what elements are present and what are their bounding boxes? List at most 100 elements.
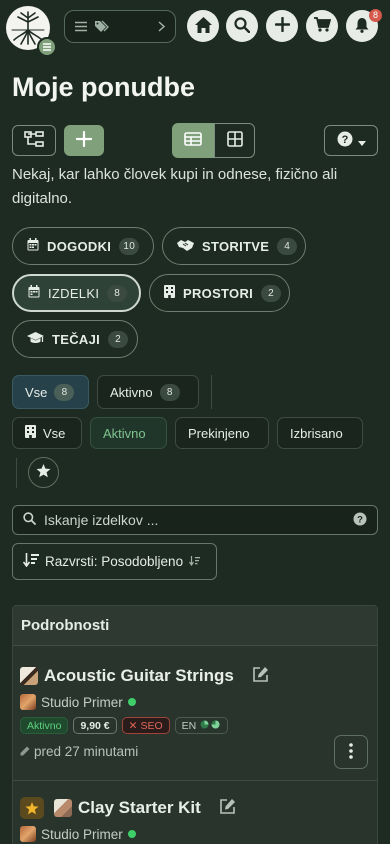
edit-icon[interactable]: [252, 666, 269, 686]
handshake-icon: [177, 239, 194, 254]
search-button[interactable]: [226, 10, 258, 42]
panel-title: Podrobnosti: [13, 606, 377, 646]
category-events[interactable]: DOGODKI 10: [12, 227, 154, 265]
search-placeholder: Iskanje izdelkov ...: [44, 512, 159, 528]
divider: [13, 780, 377, 781]
divider: [16, 458, 17, 488]
sort-label: Razvrsti: Posodobljeno: [45, 554, 184, 569]
category-label: DOGODKI: [47, 238, 112, 254]
sort-order-icon: [189, 554, 201, 569]
question-circle-icon: ?: [337, 131, 353, 150]
grid-icon: [226, 131, 243, 150]
category-label: STORITVE: [202, 238, 270, 254]
category-label: PROSTORI: [183, 285, 254, 301]
list-item-title-row: Acoustic Guitar Strings: [20, 666, 269, 686]
search-icon: [23, 512, 36, 528]
calendar-icon: [28, 285, 40, 301]
tags-icon: [95, 19, 110, 35]
filter-active[interactable]: Aktivno 8: [97, 375, 199, 409]
category-products[interactable]: IZDELKI 8: [12, 274, 141, 312]
online-status-dot: [127, 830, 136, 838]
add-product-button[interactable]: [64, 125, 104, 156]
sort-button[interactable]: Razvrsti: Posodobljeno: [12, 543, 217, 580]
question-circle-icon[interactable]: ?: [353, 512, 367, 529]
studio-avatar: [20, 694, 36, 710]
status-paused[interactable]: Prekinjeno: [175, 417, 269, 449]
home-icon: [194, 16, 212, 36]
filter-all[interactable]: Vse 8: [12, 375, 89, 409]
sitemap-icon: [24, 131, 44, 150]
add-button[interactable]: [266, 10, 298, 42]
item-actions-button[interactable]: [334, 735, 368, 769]
more-vertical-icon: [349, 742, 353, 762]
filter-count: 8: [159, 383, 180, 401]
item-studio-row: Studio Primer: [20, 826, 136, 842]
tree-view-button[interactable]: [12, 125, 56, 156]
language-badge: EN: [174, 717, 229, 734]
svg-text:?: ?: [341, 134, 348, 146]
product-thumbnail-icon: [54, 799, 72, 817]
building-icon: [25, 425, 36, 441]
studio-avatar: [20, 826, 36, 842]
page-title: Moje ponudbe: [12, 72, 195, 102]
updated-time: pred 27 minutami: [34, 744, 139, 759]
list-item-title-row: Clay Starter Kit: [20, 797, 236, 819]
studio-name[interactable]: Studio Primer: [41, 827, 123, 842]
bell-icon: [355, 17, 369, 36]
language-label: EN: [181, 719, 197, 732]
edit-icon[interactable]: [219, 798, 236, 818]
category-label: TEČAJI: [52, 331, 101, 347]
studio-name[interactable]: Studio Primer: [41, 695, 123, 710]
search-icon: [234, 16, 251, 36]
calendar-icon: [27, 238, 39, 254]
status-deleted[interactable]: Izbrisano: [277, 417, 363, 449]
caret-down-icon: [357, 133, 366, 149]
menu-icon[interactable]: [37, 37, 57, 57]
favorites-filter-button[interactable]: [28, 457, 59, 488]
category-spaces[interactable]: PROSTORI 2: [149, 274, 290, 312]
sort-desc-icon: [22, 553, 39, 570]
category-count: 2: [261, 284, 282, 302]
status-badge: Aktivno: [20, 717, 69, 734]
status-label: Vse: [43, 425, 66, 441]
divider: [211, 375, 212, 409]
category-count: 2: [108, 330, 129, 348]
home-button[interactable]: [187, 10, 219, 42]
svg-text:?: ?: [357, 514, 363, 525]
category-count: 4: [277, 237, 298, 255]
pencil-icon: [20, 744, 30, 759]
status-all[interactable]: Vse: [12, 417, 82, 449]
table-view-button[interactable]: [172, 123, 214, 158]
chevron-right-icon: [158, 19, 166, 35]
category-services[interactable]: STORITVE 4: [162, 227, 306, 265]
status-label: Aktivno: [103, 425, 146, 441]
star-icon: [36, 464, 51, 481]
search-field[interactable]: Iskanje izdelkov ... ?: [12, 505, 378, 535]
status-label: Prekinjeno: [188, 425, 250, 441]
seo-badge: ✕ SEO: [121, 717, 170, 734]
item-title[interactable]: Clay Starter Kit: [78, 798, 201, 818]
category-count: 10: [119, 237, 140, 255]
grid-view-button[interactable]: [214, 123, 255, 158]
status-active[interactable]: Aktivno: [90, 417, 167, 449]
help-dropdown-button[interactable]: ?: [324, 125, 378, 156]
item-badges: Aktivno 9,90 € ✕ SEO EN: [20, 717, 229, 734]
filter-label: Vse: [25, 384, 48, 400]
category-label: IZDELKI: [48, 285, 100, 301]
navigation-menu-button[interactable]: [64, 10, 176, 43]
category-count: 8: [107, 284, 128, 302]
status-label: Izbrisano: [290, 425, 343, 441]
category-courses[interactable]: TEČAJI 2: [12, 320, 138, 358]
cart-button[interactable]: [306, 10, 338, 42]
seo-label: SEO: [140, 719, 163, 732]
featured-star-icon[interactable]: [20, 797, 44, 819]
x-icon: ✕: [128, 719, 138, 732]
page-description: Nekaj, kar lahko človek kupi in odnese, …: [12, 166, 338, 207]
filter-label: Aktivno: [110, 384, 153, 400]
online-status-dot: [127, 698, 136, 706]
building-icon: [164, 285, 175, 301]
filter-count: 8: [54, 383, 75, 401]
item-title[interactable]: Acoustic Guitar Strings: [44, 666, 234, 686]
plus-icon: [274, 16, 290, 35]
table-icon: [184, 132, 202, 149]
